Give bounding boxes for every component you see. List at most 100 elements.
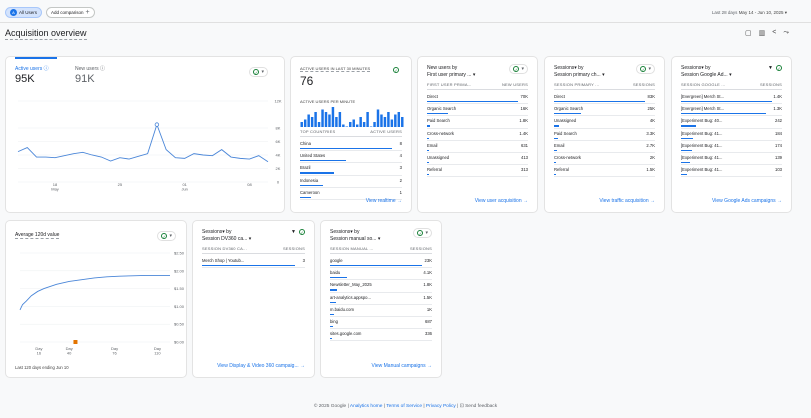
table-row[interactable]: Brazil 3: [300, 163, 402, 176]
table-row[interactable]: United States 4: [300, 151, 402, 164]
row-bar: [300, 196, 312, 198]
y-tick-label: $2.00: [174, 268, 185, 273]
table-row[interactable]: [Evergreen] Merch St... 1.3K: [681, 104, 782, 117]
table-row[interactable]: google 23K: [330, 256, 432, 269]
table-row[interactable]: [Experiment Bug: 41... 103: [681, 165, 782, 178]
row-bar: [330, 338, 332, 340]
add-comparison-button[interactable]: Add comparison +: [46, 7, 95, 18]
table-row[interactable]: [Experiment Bug: 41... 184: [681, 129, 782, 141]
row-value: 687: [425, 318, 432, 324]
card-title-dimension[interactable]: First user primary ... ▾: [427, 72, 475, 79]
table-row[interactable]: Unassigned 4K: [554, 116, 655, 129]
ltv-card: Average 120d value ✓ ▾ $2.50 $2.00 $1.50 $1.…: [5, 220, 187, 378]
table-row[interactable]: art-analytics.appspo... 1.5K: [330, 293, 432, 305]
terms-link[interactable]: Terms of Service: [386, 404, 422, 409]
table-row[interactable]: [Experiment Bug: 40... 242: [681, 116, 782, 129]
row-value: 2: [399, 177, 402, 183]
arrow-right-icon: →: [777, 198, 782, 204]
view-report-link[interactable]: View Display & Video 360 campaig... →: [217, 363, 305, 369]
x-tick-day: 110: [154, 351, 161, 356]
column-header: SESSIONS: [632, 82, 655, 87]
date-range-picker[interactable]: Last 28 days May 14 - Jun 10, 2025 ▾: [712, 10, 787, 16]
row-bar: [554, 174, 556, 176]
minute-bar: [349, 122, 352, 127]
filter-icon[interactable]: ▼: [768, 65, 773, 71]
analytics-home-link[interactable]: Analytics home: [350, 404, 383, 409]
table-row[interactable]: [Experiment Bug: 41... 139: [681, 153, 782, 166]
view-report-link[interactable]: View traffic acquisition →: [599, 198, 655, 204]
card-title-dimension[interactable]: Session primary ch... ▾: [554, 72, 605, 79]
customize-report-icon[interactable]: ▢: [745, 29, 752, 37]
table-row[interactable]: [Evergreen] Merch St... 1.4K: [681, 92, 782, 105]
compare-menu-button[interactable]: ✓ ▾: [636, 64, 655, 74]
view-realtime-link[interactable]: View realtime →: [366, 198, 402, 204]
minute-bar: [376, 109, 380, 127]
compare-menu-button[interactable]: ✓ ▾: [509, 64, 528, 74]
table-row[interactable]: baidu 4.1K: [330, 268, 432, 281]
column-header: TOP COUNTRIES: [300, 129, 336, 134]
table-row[interactable]: Organic Search 16K: [427, 104, 528, 117]
segment-chip-all-users[interactable]: A All Users: [5, 7, 43, 18]
table-row[interactable]: Referral 313: [427, 165, 528, 178]
table-row[interactable]: Merch Shop | Youtub... 3: [202, 256, 305, 269]
card-title-dimension[interactable]: Session Google Ad... ▾: [681, 72, 732, 79]
realtime-card: ACTIVE USERS IN LAST 30 MINUTES ✓ 76 ACT…: [290, 56, 412, 213]
card-title-metric[interactable]: Sessions▾ by: [330, 229, 380, 236]
table-row[interactable]: Direct 70K: [427, 92, 528, 105]
card-title-dimension[interactable]: Session DV360 ca... ▾: [202, 236, 251, 243]
arrow-right-icon: →: [300, 363, 305, 369]
card-title-dimension[interactable]: Session manual so... ▾: [330, 236, 380, 243]
table-row[interactable]: Referral 1.5K: [554, 165, 655, 178]
link-label: View user acquisition: [474, 198, 522, 204]
share-icon[interactable]: <: [772, 29, 776, 37]
table-row[interactable]: Cross-network 2K: [554, 153, 655, 166]
compare-menu-button[interactable]: ✓ ▾: [413, 228, 432, 238]
view-report-link[interactable]: View Manual campaigns →: [372, 363, 433, 369]
column-header: FIRST USER PRIMA...: [427, 82, 472, 87]
row-label: Email: [427, 142, 438, 148]
per-minute-label: ACTIVE USERS PER MINUTE: [300, 99, 356, 104]
y-tick-label: $0.00: [174, 340, 185, 345]
table-row[interactable]: Newsletter_May_2025 1.8K: [330, 280, 432, 293]
privacy-link[interactable]: Privacy Policy: [426, 404, 456, 409]
table-row[interactable]: m.baidu.com 1K: [330, 305, 432, 317]
insights-icon[interactable]: ⤳: [783, 29, 789, 37]
table-row[interactable]: Indonesia 2: [300, 176, 402, 188]
minute-bar: [324, 112, 328, 127]
table-row[interactable]: Email 631: [427, 141, 528, 153]
table-row[interactable]: Paid Search 1.8K: [427, 116, 528, 129]
chevron-down-icon: ▾: [729, 72, 732, 78]
ltv-footnote: Last 120 days ending Jun 10: [15, 365, 69, 370]
row-bar: [330, 325, 333, 328]
dimension-label: Session DV360 ca...: [202, 236, 248, 242]
table-row[interactable]: Direct 83K: [554, 92, 655, 105]
table-row[interactable]: Paid Search 3.3K: [554, 129, 655, 141]
segment-label: All Users: [19, 10, 38, 15]
table-row[interactable]: China 8: [300, 139, 402, 152]
check-circle-icon: ✓: [299, 229, 305, 235]
table-row[interactable]: Unassigned 413: [427, 153, 528, 166]
filter-icon[interactable]: ▼: [291, 229, 296, 235]
send-feedback-link[interactable]: Send feedback: [465, 404, 497, 409]
row-bar: [554, 101, 645, 103]
table-row[interactable]: Email 2.7K: [554, 141, 655, 153]
table-row[interactable]: Organic Search 25K: [554, 104, 655, 117]
card-title-metric[interactable]: Sessions▾ by: [681, 65, 732, 72]
view-report-link[interactable]: View user acquisition →: [475, 198, 528, 204]
row-value: 1.5K: [423, 294, 432, 300]
row-bar: [330, 301, 336, 303]
view-report-link[interactable]: View Google Ads campaigns →: [712, 198, 782, 204]
card-title-metric[interactable]: New users by: [427, 65, 475, 72]
table-row[interactable]: Cross-network 1.4K: [427, 129, 528, 141]
minute-bar: [369, 126, 373, 127]
table-row[interactable]: [Experiment Bug: 41... 174: [681, 141, 782, 153]
card-title-metric[interactable]: Sessions▾ by: [554, 65, 605, 72]
table-row[interactable]: bing 687: [330, 317, 432, 330]
row-label: Referral: [427, 167, 442, 173]
plus-icon: +: [85, 9, 90, 16]
card-title-metric[interactable]: Sessions▾ by: [202, 229, 251, 236]
compare-icon[interactable]: ▥: [759, 29, 766, 37]
row-value: 1.4K: [773, 94, 782, 99]
breakdown-card: Sessions▾ by Session Google Ad... ▾ ▼ ✓ SE…: [671, 56, 792, 213]
table-row[interactable]: sites.google.com 336: [330, 329, 432, 342]
